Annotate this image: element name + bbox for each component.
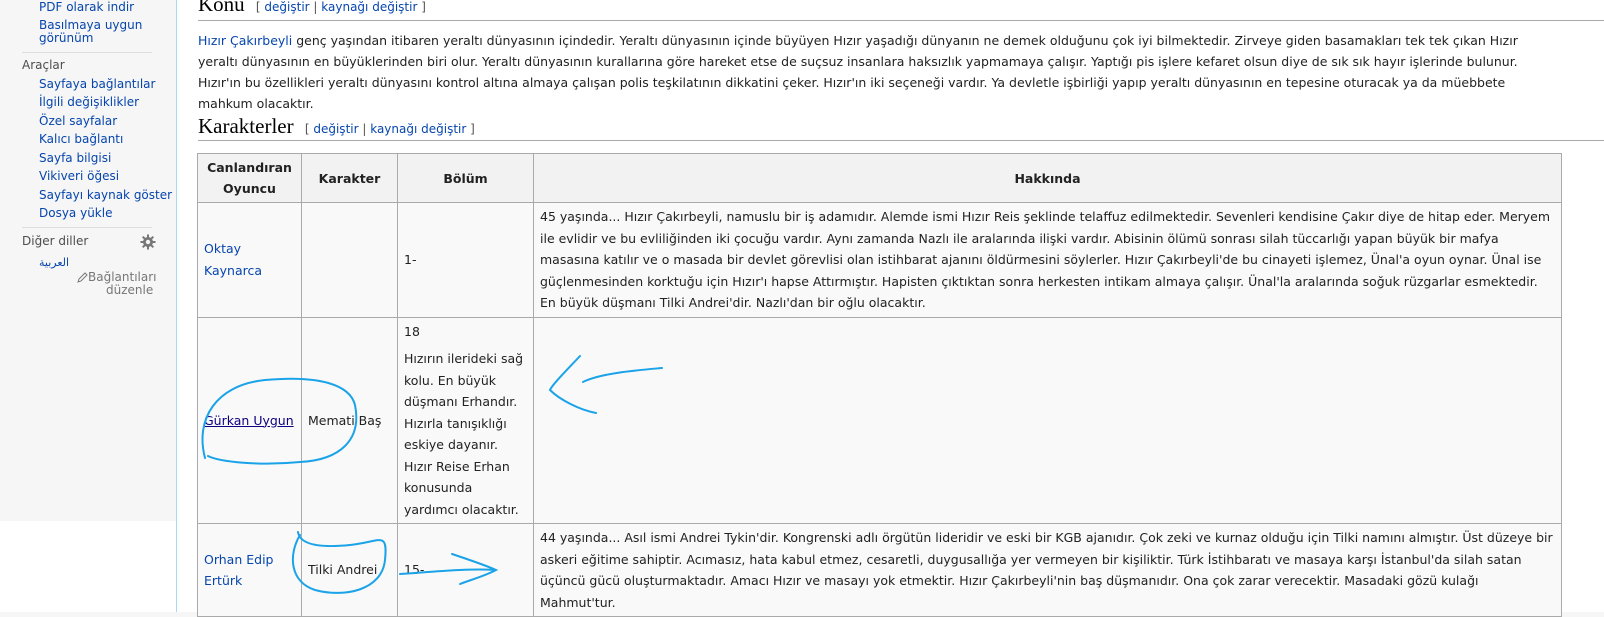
bracket-close: ] (417, 0, 426, 14)
edit-link[interactable]: değiştir (313, 122, 358, 136)
section-edit-links: [ değiştir | kaynağı değiştir ] (256, 0, 426, 14)
actor-cell: Orhan Edip Ertürk (197, 523, 302, 617)
sidebar-item-what-links-here[interactable]: Sayfaya bağlantılar (39, 77, 155, 92)
hizir-cakirbeyli-link[interactable]: Hızır Çakırbeyli (198, 33, 292, 48)
sidebar-item-special-pages[interactable]: Özel sayfalar (39, 114, 117, 129)
about-cell: 45 yaşında... Hızır Çakırbeyli, namuslu … (533, 202, 1562, 318)
sidebar: PDF olarak indir Basılmaya uygun görünüm… (0, 0, 176, 535)
episode-cell: 1- (397, 202, 534, 318)
edit-separator: | (358, 122, 371, 136)
table-row: Oktay Kaynarca 1- 45 yaşında... Hızır Ça… (197, 202, 1562, 318)
character-cell: Tilki Andrei (301, 523, 398, 617)
column-header-about: Hakkında (533, 153, 1562, 203)
column-header-character: Karakter (301, 153, 398, 203)
table-header-row: Canlandıran Oyuncu Karakter Bölüm Hakkın… (197, 153, 1562, 203)
sidebar-item-download-pdf[interactable]: PDF olarak indir (39, 0, 134, 15)
gear-icon[interactable] (140, 234, 156, 250)
sidebar-item-upload-file[interactable]: Dosya yükle (39, 206, 112, 221)
sidebar-item-printable-version-cont[interactable]: görünüm (39, 31, 93, 46)
actor-link[interactable]: Oktay Kaynarca (204, 241, 262, 278)
main-content: Konu [ değiştir | kaynağı değiştir ] Hız… (176, 0, 1604, 617)
edit-separator: | (309, 0, 322, 14)
character-cell: Memati Baş (301, 316, 398, 524)
episode-cell: 18 Hızırın ilerideki sağ kolu. En büyük … (397, 316, 534, 524)
pencil-icon (77, 272, 88, 283)
actor-link[interactable]: Gürkan Uygun (204, 413, 294, 428)
episode-cell: 15- (397, 523, 534, 617)
edit-source-link[interactable]: kaynağı değiştir (321, 0, 417, 14)
language-link-arabic[interactable]: العربية (39, 255, 69, 270)
section-heading-karakterler: Karakterler [ değiştir | kaynağı değişti… (198, 114, 475, 139)
edit-source-link[interactable]: kaynağı değiştir (370, 122, 466, 136)
actor-link[interactable]: Orhan Edip Ertürk (204, 552, 273, 589)
characters-table: Canlandıran Oyuncu Karakter Bölüm Hakkın… (197, 153, 1562, 617)
section-heading-konu: Konu [ değiştir | kaynağı değiştir ] (198, 0, 426, 17)
column-header-actor: Canlandıran Oyuncu (197, 153, 302, 203)
konu-paragraph: Hızır Çakırbeyli genç yaşından itibaren … (198, 30, 1548, 114)
sidebar-item-permanent-link[interactable]: Kalıcı bağlantı (39, 132, 123, 147)
actor-cell: Oktay Kaynarca (197, 202, 302, 318)
sidebar-item-wikidata-item[interactable]: Vikiveri öğesi (39, 169, 119, 184)
episode-note: Hızırın ilerideki sağ kolu. En büyük düş… (404, 351, 524, 517)
episode-number: 18 (404, 323, 420, 339)
bracket-close: ] (466, 122, 475, 136)
section-title: Karakterler (198, 114, 294, 138)
sidebar-item-related-changes[interactable]: İlgili değişiklikler (39, 95, 139, 110)
sidebar-divider (22, 227, 152, 228)
table-row: Orhan Edip Ertürk Tilki Andrei 15- 44 ya… (197, 523, 1562, 617)
about-cell: 44 yaşında... Asıl ismi Andrei Tykin'dir… (533, 523, 1562, 617)
sidebar-heading-languages: Diğer diller (22, 234, 89, 248)
sidebar-heading-tools: Araçlar (22, 58, 65, 72)
konu-text: genç yaşından itibaren yeraltı dünyasını… (198, 33, 1518, 111)
actor-cell: Gürkan Uygun (197, 316, 302, 524)
section-divider (198, 140, 1604, 141)
sidebar-item-view-source[interactable]: Sayfayı kaynak göster (39, 188, 172, 203)
blank-area (0, 521, 196, 612)
sidebar-divider (22, 52, 152, 53)
section-title: Konu (198, 0, 245, 16)
edit-link[interactable]: değiştir (264, 0, 309, 14)
sidebar-item-page-info[interactable]: Sayfa bilgisi (39, 151, 111, 166)
character-cell (301, 202, 398, 318)
section-edit-links: [ değiştir | kaynağı değiştir ] (305, 122, 475, 136)
table-row: Gürkan Uygun Memati Baş 18 Hızırın ileri… (197, 316, 1562, 524)
about-cell (533, 316, 1562, 524)
column-header-episode: Bölüm (397, 153, 534, 203)
edit-language-links-label-cont[interactable]: düzenle (106, 283, 153, 298)
section-divider (198, 20, 1604, 21)
